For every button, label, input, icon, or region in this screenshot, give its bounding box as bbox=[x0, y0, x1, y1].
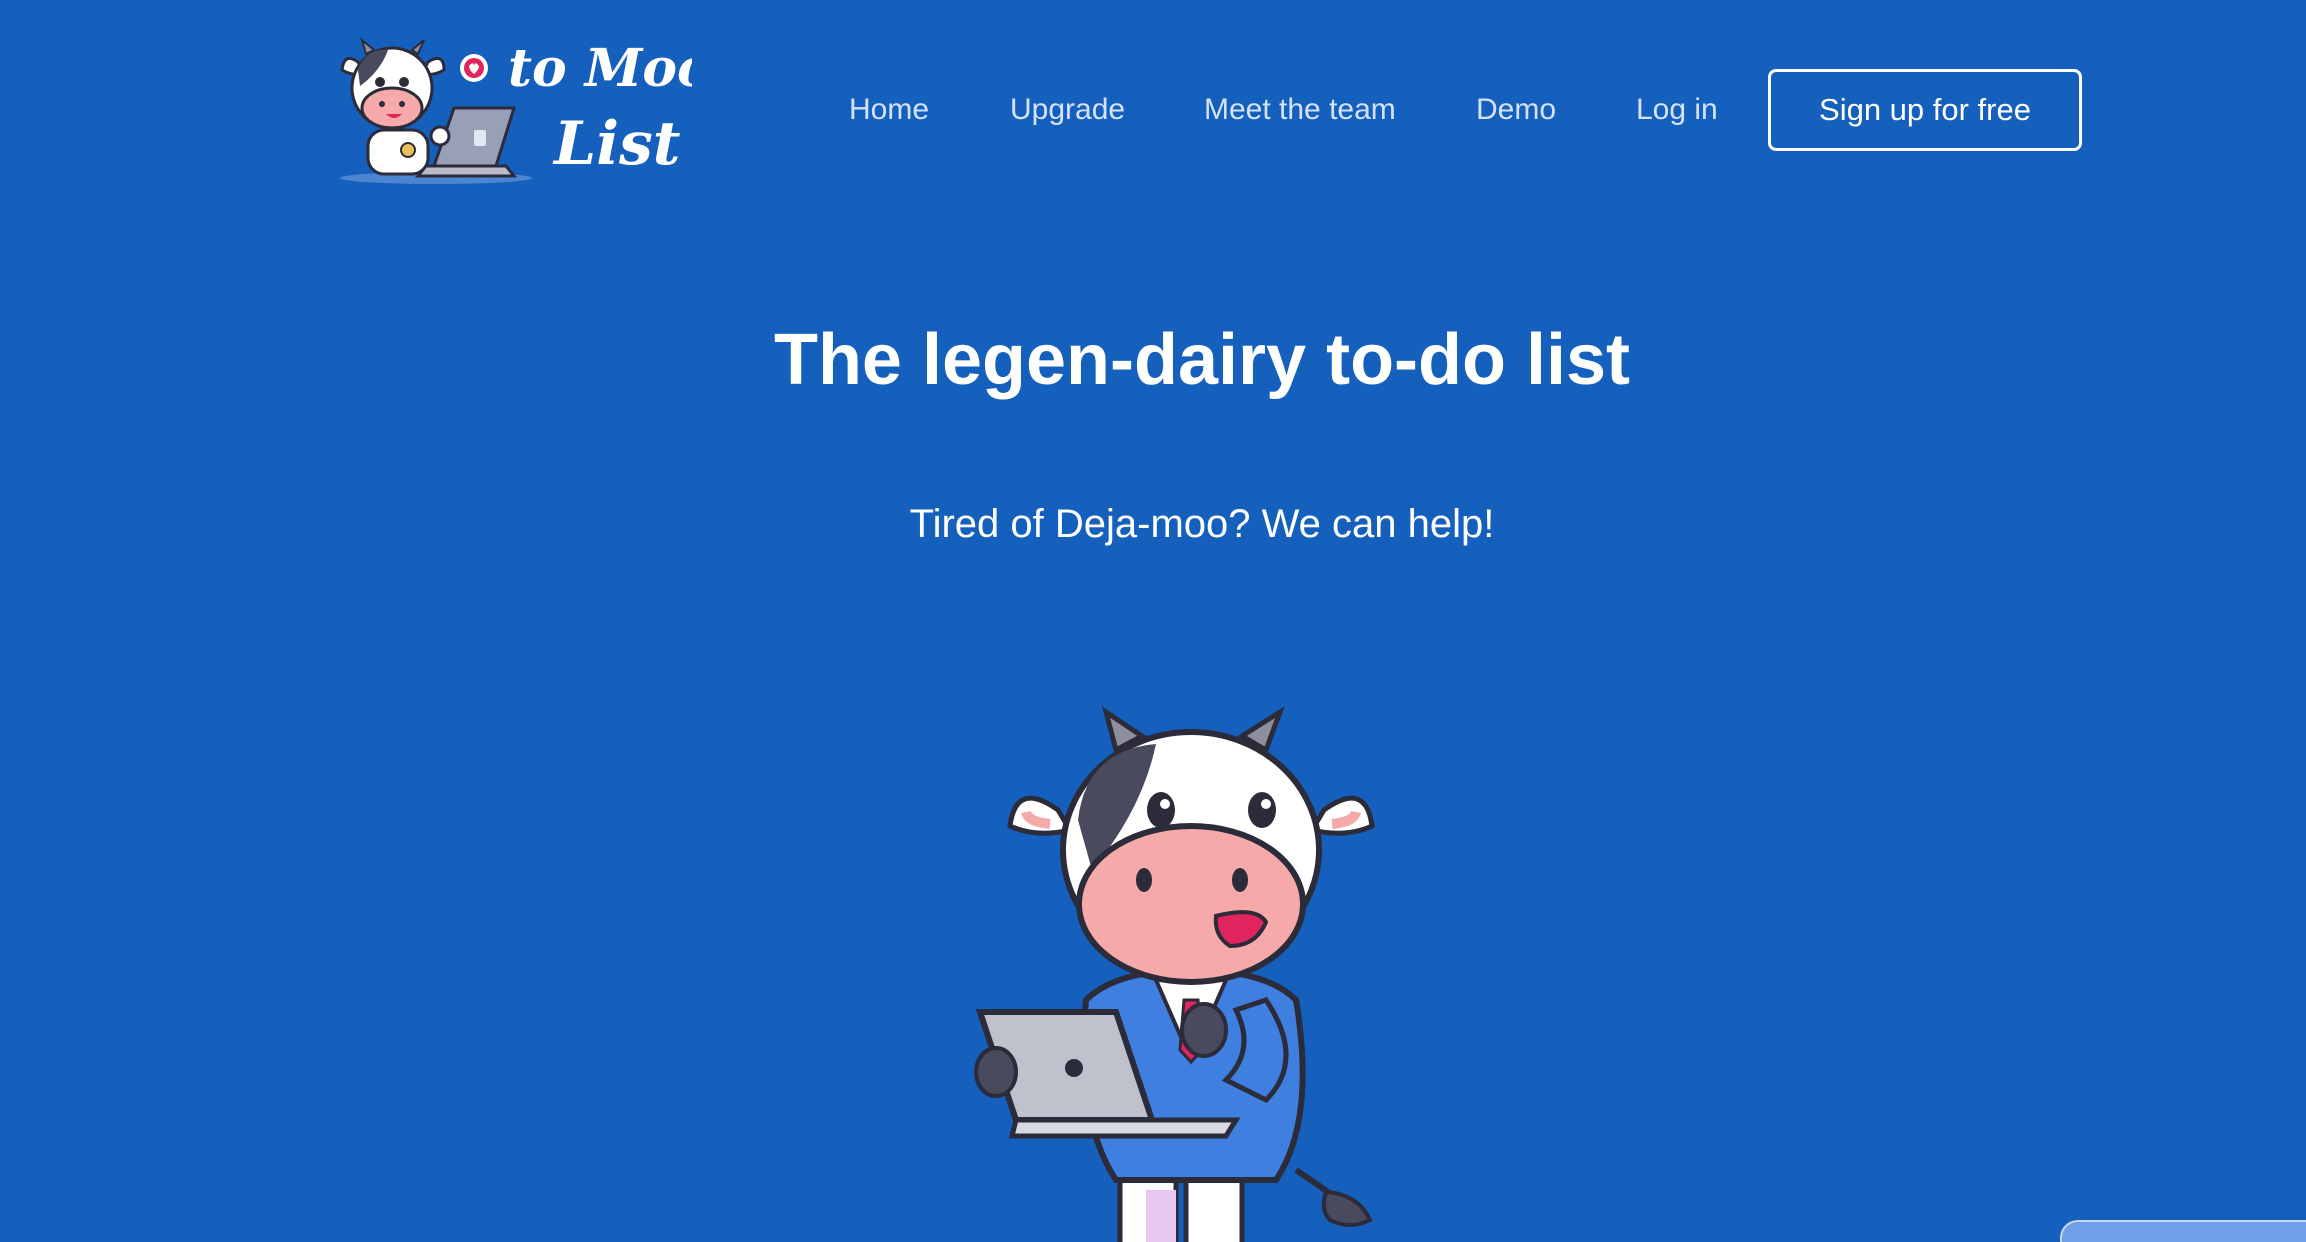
nav-link-meet-the-team[interactable]: Meet the team bbox=[1204, 88, 1396, 132]
nav-link-log-in[interactable]: Log in bbox=[1636, 88, 1718, 132]
hero-title: The legen-dairy to-do list bbox=[773, 320, 1631, 400]
nav-link-home[interactable]: Home bbox=[849, 88, 929, 132]
landing-page: to Moo List Home Upgrade Meet the team D… bbox=[0, 0, 2306, 1242]
chat-widget[interactable] bbox=[2060, 1220, 2306, 1242]
nav-link-upgrade[interactable]: Upgrade bbox=[1010, 88, 1125, 132]
nav-link-demo[interactable]: Demo bbox=[1476, 88, 1556, 132]
sign-up-button[interactable]: Sign up for free bbox=[1768, 69, 2082, 151]
cow-mascot-illustration bbox=[974, 705, 1375, 1242]
hero-subtitle: Tired of Deja-moo? We can help! bbox=[909, 502, 1495, 546]
main-nav: Home Upgrade Meet the team Demo Log in S… bbox=[0, 0, 2306, 220]
